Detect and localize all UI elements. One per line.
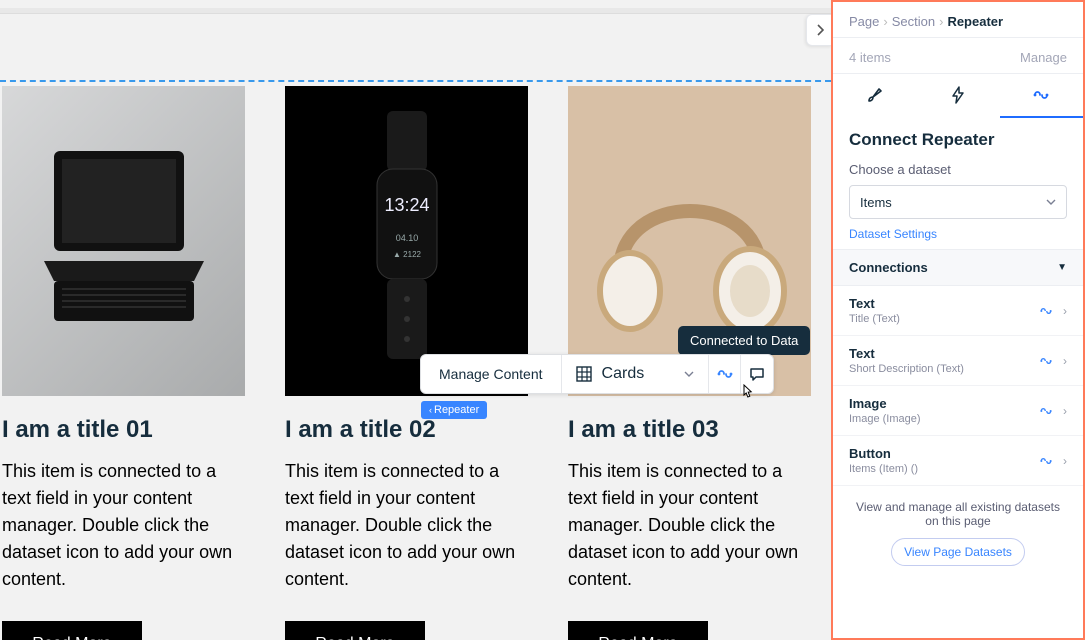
panel-foot-text: View and manage all existing datasets on… [849, 500, 1067, 528]
card-title[interactable]: I am a title 02 [285, 416, 528, 444]
panel-tabs [833, 74, 1083, 118]
connection-row-text-title[interactable]: Text Title (Text) › [833, 286, 1083, 336]
manage-content-button[interactable]: Manage Content [421, 355, 562, 393]
repeater-selection-outline [0, 80, 831, 82]
connections-list: Text Title (Text) › Text Short Description… [833, 286, 1083, 486]
inspector-panel: Page›Section›Repeater 4 items Manage Con… [831, 0, 1085, 640]
chevron-right-icon: › [1063, 304, 1067, 318]
items-count: 4 items [849, 50, 891, 65]
data-connect-icon [1032, 86, 1050, 104]
view-page-datasets-button[interactable]: View Page Datasets [891, 538, 1025, 566]
product-illustration-headphones [580, 131, 800, 351]
layout-dropdown[interactable]: Cards [562, 355, 710, 393]
data-connect-icon [1039, 304, 1053, 318]
data-connect-icon [1039, 354, 1053, 368]
connection-field: Title (Text) [849, 313, 900, 325]
chevron-right-icon [816, 24, 824, 36]
connections-accordion-header[interactable]: Connections ▼ [833, 249, 1083, 286]
layout-label: Cards [602, 365, 645, 383]
product-illustration-tablet [34, 141, 214, 341]
svg-text:▲ 2122: ▲ 2122 [393, 250, 421, 259]
data-connect-icon [1039, 404, 1053, 418]
tab-design[interactable] [833, 74, 916, 118]
chat-icon [749, 366, 765, 382]
data-connect-icon [716, 365, 734, 383]
connection-field: Items (Item) () [849, 463, 918, 475]
chevron-down-icon [684, 369, 694, 379]
connection-row-image[interactable]: Image Image (Image) › [833, 386, 1083, 436]
connection-type: Button [849, 446, 918, 461]
chevron-left-icon: ‹ [429, 405, 432, 415]
product-illustration-smartwatch: 13:24 04.10 ▲ 2122 [332, 111, 482, 371]
dataset-selected-value: Items [860, 195, 892, 210]
repeater-item[interactable]: I am a title 01 This item is connected t… [2, 86, 245, 640]
card-image[interactable]: 13:24 04.10 ▲ 2122 [285, 86, 528, 396]
connection-row-text-short-description[interactable]: Text Short Description (Text) › [833, 336, 1083, 386]
connection-type: Text [849, 296, 900, 311]
breadcrumb-repeater[interactable]: Repeater [947, 14, 1003, 29]
card-description[interactable]: This item is connected to a text field i… [568, 458, 811, 593]
card-cta-button[interactable]: Read More [568, 621, 708, 640]
repeater-pill-label: Repeater [434, 404, 479, 416]
card-title[interactable]: I am a title 01 [2, 416, 245, 444]
connections-heading: Connections [849, 260, 928, 275]
breadcrumb-section[interactable]: Section [892, 14, 935, 29]
connection-row-button[interactable]: Button Items (Item) () › [833, 436, 1083, 486]
card-title[interactable]: I am a title 03 [568, 416, 811, 444]
connect-to-data-button[interactable] [709, 355, 741, 393]
caret-down-icon: ▼ [1057, 262, 1067, 273]
connection-field: Image (Image) [849, 413, 921, 425]
pointer-cursor-icon [739, 384, 755, 402]
chevron-right-icon: › [1063, 354, 1067, 368]
breadcrumb[interactable]: Page›Section›Repeater [849, 14, 1067, 29]
connected-to-data-tooltip: Connected to Data [678, 326, 810, 355]
chevron-down-icon [1046, 197, 1056, 207]
svg-text:04.10: 04.10 [395, 233, 418, 243]
cards-grid-icon [576, 366, 592, 382]
repeater-breadcrumb-pill[interactable]: ‹ Repeater [421, 401, 487, 419]
connection-field: Short Description (Text) [849, 363, 964, 375]
tab-animation[interactable] [916, 74, 999, 118]
chevron-right-icon: › [1063, 454, 1067, 468]
card-description[interactable]: This item is connected to a text field i… [285, 458, 528, 593]
panel-collapse-button[interactable] [806, 14, 831, 46]
connection-type: Image [849, 396, 921, 411]
editor-canvas: I am a title 01 This item is connected t… [0, 0, 831, 640]
lightning-icon [950, 86, 966, 104]
element-floating-toolbar: Manage Content Cards [420, 354, 774, 394]
card-cta-button[interactable]: Read More [2, 621, 142, 640]
canvas-top-strip [0, 8, 831, 14]
chevron-right-icon: › [1063, 404, 1067, 418]
connection-type: Text [849, 346, 964, 361]
card-description[interactable]: This item is connected to a text field i… [2, 458, 245, 593]
dataset-settings-link[interactable]: Dataset Settings [849, 227, 937, 241]
card-cta-button[interactable]: Read More [285, 621, 425, 640]
svg-text:13:24: 13:24 [384, 195, 429, 215]
dataset-select[interactable]: Items [849, 185, 1067, 219]
tab-data[interactable] [1000, 74, 1083, 118]
breadcrumb-page[interactable]: Page [849, 14, 879, 29]
choose-dataset-label: Choose a dataset [849, 162, 1067, 177]
data-connect-icon [1039, 454, 1053, 468]
brush-icon [866, 86, 884, 104]
manage-items-link[interactable]: Manage [1020, 50, 1067, 65]
card-image[interactable] [2, 86, 245, 396]
panel-title: Connect Repeater [849, 130, 1067, 150]
